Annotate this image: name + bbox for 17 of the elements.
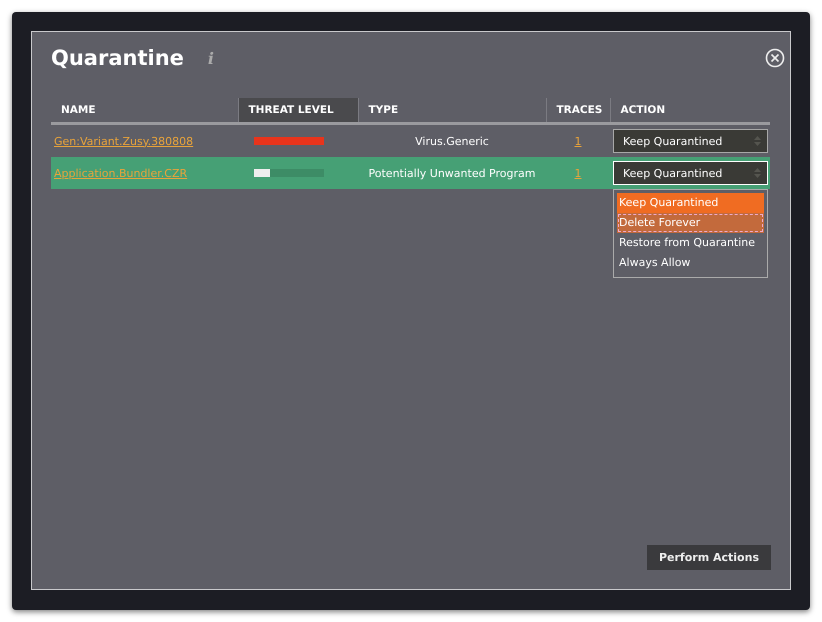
column-header[interactable]: TRACES	[546, 98, 610, 124]
spinner-arrows-icon	[754, 135, 761, 147]
table-row[interactable]: Gen:Variant.Zusy.380808 Virus.Generic 1 Keep Quarantined	[51, 124, 770, 157]
spinner-arrows-icon	[754, 167, 761, 179]
close-icon[interactable]	[765, 48, 785, 68]
column-header[interactable]: ACTION	[610, 98, 770, 124]
dropdown-option[interactable]: Restore from Quarantine	[617, 233, 764, 253]
threat-type: Potentially Unwanted Program	[368, 166, 536, 180]
column-header[interactable]: TYPE	[358, 98, 546, 124]
action-dropdown[interactable]: Keep Quarantined	[613, 161, 768, 185]
dialog-title: Quarantine	[51, 46, 184, 70]
dropdown-option[interactable]: Always Allow	[617, 253, 764, 273]
column-header[interactable]: THREAT LEVEL	[238, 98, 358, 124]
perform-actions-button[interactable]: Perform Actions	[646, 545, 771, 570]
action-dropdown[interactable]: Keep Quarantined	[613, 129, 768, 153]
threat-type: Virus.Generic	[415, 134, 489, 148]
dropdown-option[interactable]: Delete Forever	[617, 213, 764, 233]
